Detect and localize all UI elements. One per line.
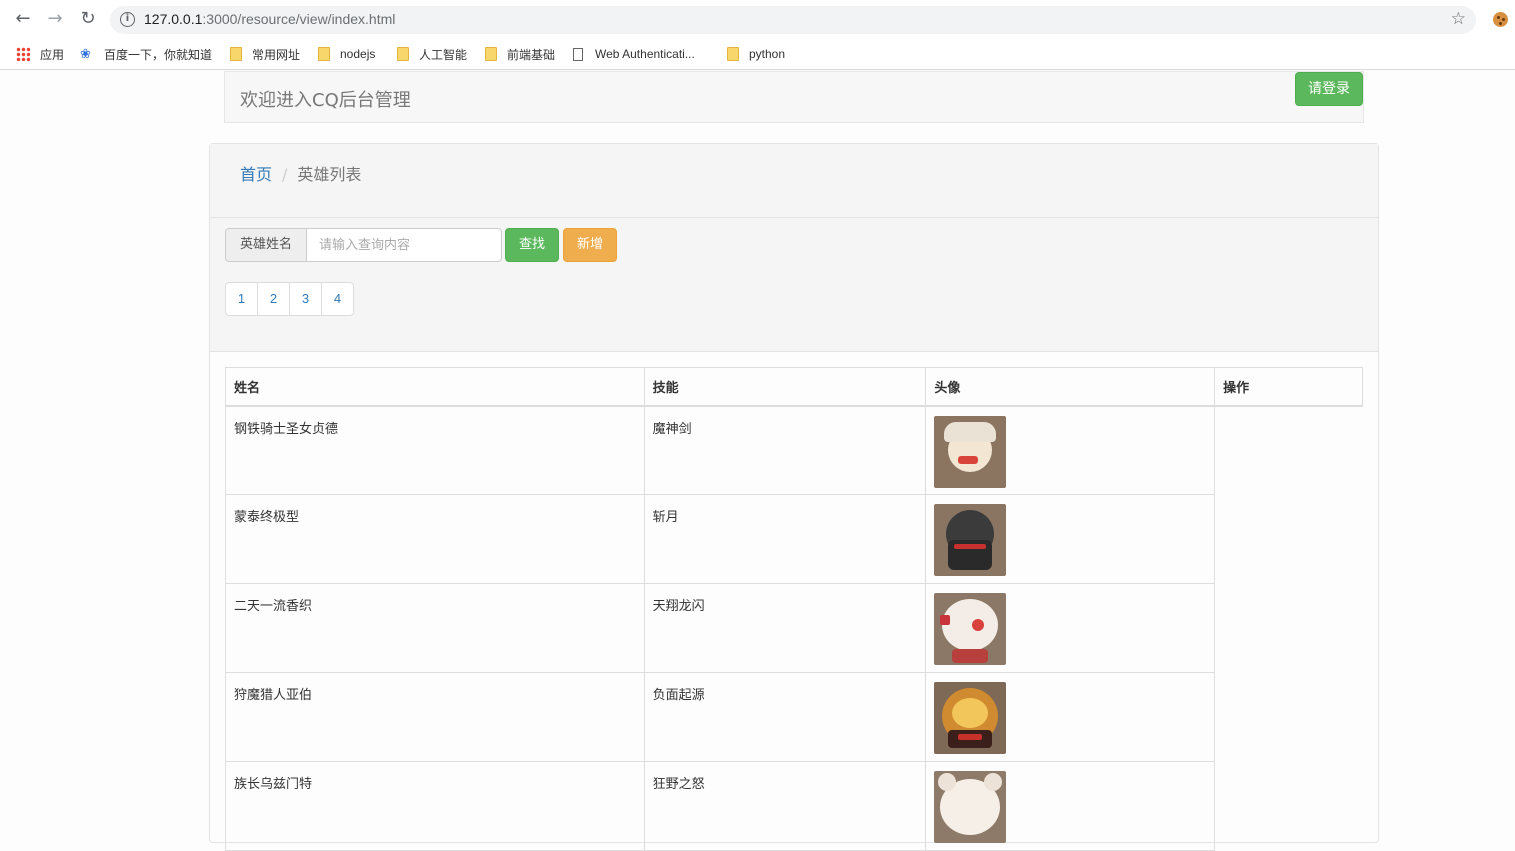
hero-name: 蒙泰终极型 bbox=[225, 494, 645, 584]
address-bar[interactable]: i 127.0.0.1:3000/resource/view/index.htm… bbox=[110, 6, 1476, 34]
panel-heading: 首页 / 英雄列表 英雄姓名 查找 新增 1 2 3 4 bbox=[210, 144, 1378, 352]
header-panel: 欢迎进入CQ后台管理 bbox=[224, 71, 1364, 123]
page-title: 欢迎进入CQ后台管理 bbox=[240, 90, 411, 111]
column-header-name: 姓名 bbox=[225, 367, 645, 407]
hero-skill: 狂野之怒 bbox=[643, 761, 927, 851]
bookmark-label: Web Authenticati... bbox=[595, 47, 695, 61]
folder-icon bbox=[318, 47, 330, 61]
breadcrumb-home-link[interactable]: 首页 bbox=[240, 165, 272, 184]
hero-table: 姓名 技能 头像 操作 钢铁骑士圣女贞德 魔神剑 蒙泰终极型 斩月 二天一流香织… bbox=[225, 367, 1363, 851]
bookmark-folder[interactable]: python bbox=[727, 45, 785, 63]
bookmark-folder[interactable]: 人工智能 bbox=[397, 45, 467, 63]
add-hero-button[interactable]: 新增 bbox=[563, 228, 617, 262]
url-text: 127.0.0.1:3000/resource/view/index.html bbox=[144, 11, 395, 27]
table-row: 族长乌兹门特 狂野之怒 bbox=[225, 761, 1363, 851]
login-button[interactable]: 请登录 bbox=[1295, 72, 1363, 106]
forward-icon[interactable]: → bbox=[45, 9, 65, 29]
hero-avatar-image bbox=[934, 682, 1007, 754]
bookmarks-bar: 应用 ❀ 百度一下，你就知道 常用网址 nodejs 人工智能 前端基础 Web … bbox=[0, 38, 1515, 70]
divider bbox=[210, 217, 1378, 218]
table-row: 狩魔猎人亚伯 负面起源 bbox=[225, 672, 1363, 762]
bookmark-folder[interactable]: 前端基础 bbox=[485, 45, 555, 63]
bookmark-folder[interactable]: 常用网址 bbox=[230, 45, 300, 63]
column-header-actions: 操作 bbox=[1214, 367, 1363, 407]
hero-skill: 负面起源 bbox=[643, 672, 927, 762]
find-button[interactable]: 查找 bbox=[505, 228, 559, 262]
url-path: :3000/resource/view/index.html bbox=[202, 11, 396, 27]
hero-name: 钢铁骑士圣女贞德 bbox=[225, 405, 645, 495]
url-host: 127.0.0.1 bbox=[144, 11, 203, 27]
bookmark-label: 常用网址 bbox=[252, 47, 301, 62]
hero-avatar-cell bbox=[925, 405, 1216, 495]
bookmark-folder[interactable]: nodejs bbox=[318, 45, 375, 63]
table-row: 钢铁骑士圣女贞德 魔神剑 bbox=[225, 405, 1363, 851]
hero-avatar-cell bbox=[925, 583, 1216, 673]
folder-icon bbox=[397, 47, 409, 61]
bookmark-label: 前端基础 bbox=[507, 47, 556, 62]
bookmark-apps[interactable]: 应用 bbox=[16, 45, 64, 63]
bookmark-page[interactable]: Web Authenticati... bbox=[573, 45, 695, 63]
folder-icon bbox=[230, 47, 242, 61]
actions-cell bbox=[1214, 405, 1363, 851]
breadcrumb: 首页 / 英雄列表 bbox=[240, 161, 361, 185]
hero-avatar-cell bbox=[925, 761, 1216, 851]
hero-avatar-image bbox=[934, 415, 1007, 488]
hero-avatar-image bbox=[934, 593, 1007, 665]
folder-icon bbox=[485, 47, 497, 61]
hero-skill: 天翔龙闪 bbox=[643, 583, 927, 673]
back-icon[interactable]: ← bbox=[13, 9, 33, 29]
hero-name: 狩魔猎人亚伯 bbox=[225, 672, 645, 762]
bookmark-star-icon[interactable]: ☆ bbox=[1451, 9, 1466, 29]
search-input[interactable] bbox=[306, 228, 502, 262]
hero-avatar-cell bbox=[925, 494, 1216, 584]
info-icon[interactable]: i bbox=[120, 12, 135, 27]
folder-icon bbox=[727, 47, 739, 61]
breadcrumb-separator: / bbox=[282, 165, 288, 184]
hero-skill: 魔神剑 bbox=[643, 405, 927, 495]
table-header-row: 姓名 技能 头像 操作 bbox=[225, 367, 1363, 407]
bookmark-label: python bbox=[749, 47, 786, 61]
page-icon bbox=[573, 47, 583, 61]
hero-avatar-image bbox=[934, 504, 1007, 576]
bookmark-baidu[interactable]: ❀ 百度一下，你就知道 bbox=[80, 45, 212, 63]
baidu-paw-icon: ❀ bbox=[80, 46, 91, 61]
apps-grid-icon bbox=[16, 47, 30, 61]
hero-skill: 斩月 bbox=[643, 494, 927, 584]
hero-list-panel: 首页 / 英雄列表 英雄姓名 查找 新增 1 2 3 4 姓名 技能 头像 操作 bbox=[209, 143, 1379, 851]
page-link[interactable]: 4 bbox=[321, 282, 354, 316]
page-link[interactable]: 2 bbox=[257, 282, 290, 316]
hero-avatar-image bbox=[934, 771, 1007, 843]
column-header-skill: 技能 bbox=[643, 367, 927, 407]
reload-icon[interactable]: ↻ bbox=[78, 9, 98, 29]
hero-avatar-cell bbox=[925, 672, 1216, 762]
page-link[interactable]: 1 bbox=[225, 282, 258, 316]
bookmark-label: 应用 bbox=[40, 47, 65, 62]
hero-name: 二天一流香织 bbox=[225, 583, 645, 673]
extension-cookie-icon[interactable] bbox=[1493, 12, 1508, 27]
table-row: 二天一流香织 天翔龙闪 bbox=[225, 583, 1363, 673]
breadcrumb-current: 英雄列表 bbox=[297, 165, 362, 184]
browser-toolbar: ← → ↻ i 127.0.0.1:3000/resource/view/ind… bbox=[0, 0, 1515, 38]
bookmark-label: 人工智能 bbox=[419, 47, 468, 62]
page-link[interactable]: 3 bbox=[289, 282, 322, 316]
bookmark-label: nodejs bbox=[340, 47, 376, 61]
table-row: 蒙泰终极型 斩月 bbox=[225, 494, 1363, 584]
search-addon-label: 英雄姓名 bbox=[225, 228, 307, 262]
pagination: 1 2 3 4 bbox=[225, 282, 354, 316]
column-header-avatar: 头像 bbox=[925, 367, 1216, 407]
bookmark-label: 百度一下，你就知道 bbox=[104, 47, 213, 62]
hero-name: 族长乌兹门特 bbox=[225, 761, 645, 851]
